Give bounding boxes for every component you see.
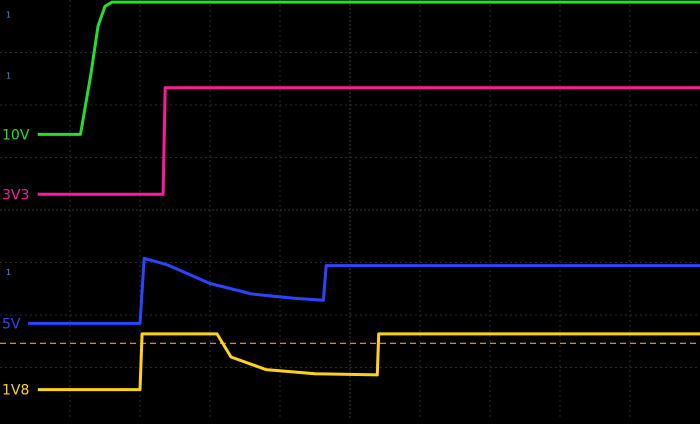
graticule — [0, 0, 700, 420]
channel-label: 5V — [2, 316, 21, 332]
channel-marker: 1 — [6, 11, 11, 20]
trace-10v — [37, 0, 700, 136]
channel-label: 1V8 — [2, 383, 29, 399]
plot-area: 10V 3V3 5V 1V8 1 1 1 — [0, 0, 700, 420]
trace-5v — [28, 256, 700, 325]
channel-marker: 1 — [6, 268, 11, 277]
oscilloscope-display: 10V 3V3 5V 1V8 1 1 1 — [0, 0, 700, 420]
channel-label: 10V — [2, 127, 30, 143]
channel-marker: 1 — [6, 72, 11, 81]
trace-1v8 — [37, 332, 700, 392]
channel-markers: 1 1 1 — [6, 11, 11, 277]
channel-label: 3V3 — [2, 187, 29, 203]
traces — [28, 0, 700, 392]
trace-3v3 — [37, 86, 700, 196]
